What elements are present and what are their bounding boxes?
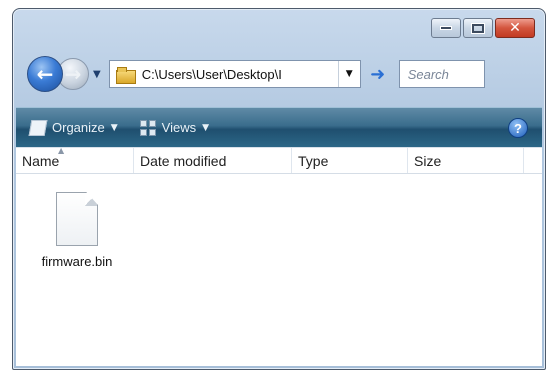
views-icon <box>139 119 156 136</box>
maximize-button[interactable] <box>463 18 493 38</box>
explorer-window: ✕ ← → ▼ C:\Users\User\Desktop\I ▼ ➜ Sear… <box>12 8 546 370</box>
column-header-name[interactable]: ▲ Name <box>16 146 134 173</box>
back-button[interactable]: ← <box>27 56 63 92</box>
back-arrow-icon: ← <box>36 62 54 86</box>
address-bar[interactable]: C:\Users\User\Desktop\I ▼ <box>108 60 361 88</box>
close-icon: ✕ <box>509 20 521 36</box>
close-button[interactable]: ✕ <box>495 18 535 38</box>
file-icon <box>56 192 98 246</box>
page-fold <box>85 193 97 206</box>
file-item[interactable]: firmware.bin <box>22 192 132 269</box>
recent-pages-dropdown-icon[interactable]: ▼ <box>93 69 101 80</box>
address-dropdown-button[interactable]: ▼ <box>337 61 360 87</box>
address-path[interactable]: C:\Users\User\Desktop\I <box>142 67 338 82</box>
organize-icon <box>28 119 48 136</box>
search-input[interactable]: Search <box>398 60 485 88</box>
column-headers: ▲ Name Date modified Type Size <box>16 146 542 174</box>
caption-buttons: ✕ <box>431 18 535 38</box>
chevron-down-icon: ▼ <box>202 122 210 133</box>
column-header-type[interactable]: Type <box>292 148 408 173</box>
file-name: firmware.bin <box>41 254 113 269</box>
navigation-bar: ← → ▼ C:\Users\User\Desktop\I ▼ ➜ Search <box>27 53 535 95</box>
organize-menu-button[interactable]: Organize ▼ <box>28 119 118 136</box>
command-bar: Organize ▼ Views ▼ ? <box>16 107 542 147</box>
file-list-pane: ▲ Name Date modified Type Size firmware.… <box>16 146 542 366</box>
go-arrow-icon: ➜ <box>370 63 386 85</box>
help-icon[interactable]: ? <box>508 118 528 138</box>
minimize-icon <box>440 26 452 30</box>
sort-indicator-icon: ▲ <box>58 146 65 155</box>
views-label: Views <box>161 120 197 135</box>
maximize-icon <box>472 23 484 33</box>
search-placeholder: Search <box>407 66 449 82</box>
folder-icon <box>115 66 136 84</box>
minimize-button[interactable] <box>431 18 461 38</box>
views-menu-button[interactable]: Views ▼ <box>139 119 210 136</box>
chevron-down-icon: ▼ <box>110 122 118 133</box>
column-header-date-modified[interactable]: Date modified <box>134 148 292 173</box>
forward-arrow-icon: → <box>64 62 82 86</box>
go-button[interactable]: ➜ <box>365 60 391 88</box>
column-header-size[interactable]: Size <box>408 148 524 173</box>
organize-label: Organize <box>52 120 105 135</box>
